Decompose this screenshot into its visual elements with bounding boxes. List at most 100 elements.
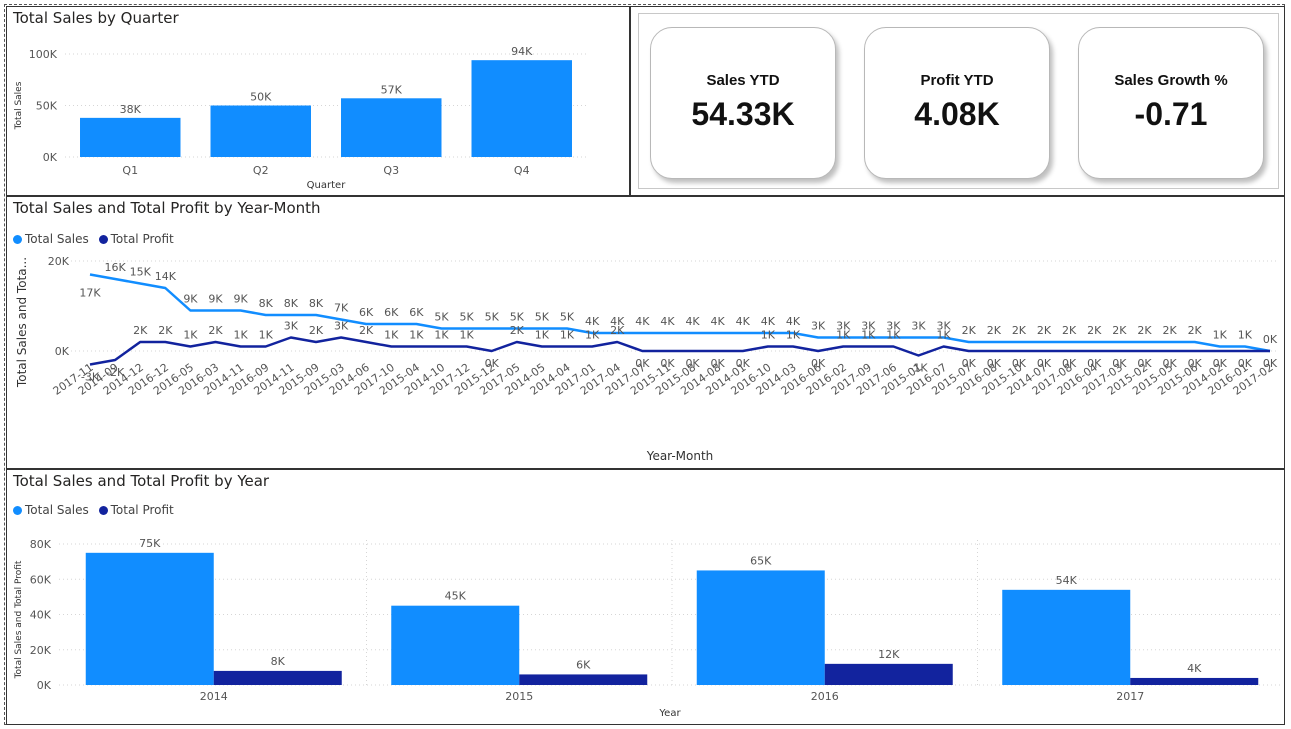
sales-bar (391, 605, 520, 685)
y-tick-label: 40K (30, 609, 52, 622)
bar (210, 105, 311, 157)
sales-data-label: 2K (1112, 324, 1127, 337)
profit-data-label: 2K (133, 324, 148, 337)
profit-data-label: 3K (334, 320, 349, 333)
kpi-card-sales-ytd[interactable]: Sales YTD 54.33K (650, 27, 836, 179)
sales-data-label: 1K (1238, 329, 1253, 342)
data-label: 8K (271, 655, 286, 668)
profit-bar (213, 670, 342, 685)
sales-data-label: 16K (104, 261, 126, 274)
profit-data-label: 1K (560, 329, 575, 342)
profit-data-label: 1K (434, 329, 449, 342)
profit-data-label: 1K (836, 329, 851, 342)
data-label: 4K (1187, 662, 1202, 675)
profit-data-label: 1K (886, 329, 901, 342)
sales-data-label: 8K (284, 297, 299, 310)
sales-data-label: 9K (183, 293, 198, 306)
sales-data-label: 4K (685, 315, 700, 328)
sales-data-label: 2K (1087, 324, 1102, 337)
sales-data-label: 5K (485, 311, 500, 324)
y-tick-label: 0K (37, 679, 52, 692)
y-tick-label: 50K (36, 100, 58, 113)
sales-data-label: 4K (761, 315, 776, 328)
data-label: 65K (750, 554, 772, 567)
sales-data-label: 14K (155, 270, 177, 283)
month-chart-panel[interactable]: Total Sales and Total Profit by Year-Mon… (6, 196, 1285, 469)
profit-data-label: 2K (208, 324, 223, 337)
sales-data-label: 2K (1037, 324, 1052, 337)
sales-data-label: 7K (334, 302, 349, 315)
x-axis-title: Quarter (307, 180, 347, 191)
profit-data-label: 1K (234, 329, 249, 342)
profit-data-label: 2K (309, 324, 324, 337)
sales-data-label: 4K (786, 315, 801, 328)
sales-data-label: 2K (1137, 324, 1152, 337)
kpi-panel: Sales YTD 54.33K Profit YTD 4.08K Sales … (630, 6, 1285, 196)
sales-data-label: 9K (208, 293, 223, 306)
profit-data-label: 1K (459, 329, 474, 342)
sales-data-label: 4K (635, 315, 650, 328)
y-tick-label: 80K (30, 538, 52, 551)
sales-data-label: 6K (409, 306, 424, 319)
sales-data-label: 0K (1263, 333, 1278, 346)
year-chart: 0K 20K 40K 60K 80K Total Sales and Total Prof… (14, 537, 1281, 719)
profit-data-label: 3K (284, 320, 299, 333)
kpi-card-sales-growth[interactable]: Sales Growth % -0.71 (1078, 27, 1264, 179)
data-label: 38K (120, 103, 142, 116)
sales-data-label: 2K (987, 324, 1002, 337)
profit-data-label: 1K (535, 329, 550, 342)
profit-data-label: 1K (761, 329, 776, 342)
y-axis-title: Total Sales and Total Profit (14, 560, 24, 679)
y-tick-label: 20K (48, 255, 70, 268)
sales-data-label: 5K (560, 311, 575, 324)
sales-data-label: 2K (962, 324, 977, 337)
quarter-chart: 0K 50K 100K Total Sales 38K Q1 50K Q2 57K Q3 94K Q4… (14, 45, 587, 191)
sales-bar (85, 552, 214, 685)
x-tick-label: Q1 (122, 164, 138, 177)
profit-bar (519, 674, 648, 685)
sales-data-label: 2K (1062, 324, 1077, 337)
sales-data-label: 4K (711, 315, 726, 328)
profit-data-label: 2K (610, 324, 625, 337)
sales-data-label: 17K (79, 287, 101, 300)
data-label: 6K (576, 658, 591, 671)
year-chart-panel[interactable]: Total Sales and Total Profit by Year Tot… (6, 469, 1285, 725)
sales-data-label: 2K (1162, 324, 1177, 337)
sales-data-label: 5K (510, 311, 525, 324)
sales-bar (1002, 589, 1131, 685)
x-tick-label: 2017 (1116, 690, 1144, 703)
sales-data-label: 5K (434, 311, 449, 324)
x-tick-label: Q2 (253, 164, 269, 177)
data-label: 50K (250, 91, 272, 104)
sales-data-label: 4K (736, 315, 751, 328)
x-tick-label: 2014 (200, 690, 228, 703)
bar (341, 98, 442, 157)
sales-data-label: 5K (459, 311, 474, 324)
profit-data-label: 1K (585, 329, 600, 342)
sales-data-label: 4K (660, 315, 675, 328)
x-axis-title: Year (658, 708, 681, 719)
profit-data-label: 2K (359, 324, 374, 337)
sales-data-label: 4K (585, 315, 600, 328)
profit-data-label: 1K (384, 329, 399, 342)
y-tick-label: 0K (55, 345, 70, 358)
y-tick-label: 20K (30, 644, 52, 657)
x-tick-label: 2016 (811, 690, 839, 703)
kpi-label: Sales YTD (706, 72, 780, 89)
data-label: 12K (878, 648, 900, 661)
sales-data-label: 2K (1012, 324, 1027, 337)
profit-data-label: 2K (510, 324, 525, 337)
data-label: 57K (381, 83, 403, 96)
bar (471, 60, 572, 157)
profit-bar (1130, 677, 1259, 685)
sales-data-label: 3K (811, 320, 826, 333)
y-tick-label: 0K (43, 151, 58, 164)
sales-data-label: 6K (384, 306, 399, 319)
kpi-card-profit-ytd[interactable]: Profit YTD 4.08K (864, 27, 1050, 179)
sales-data-label: 1K (1213, 329, 1228, 342)
profit-data-label: 1K (409, 329, 424, 342)
data-label: 54K (1056, 574, 1078, 587)
sales-bar (696, 570, 825, 685)
quarter-chart-panel[interactable]: Total Sales by Quarter 0K 50K 100K Total Sa… (6, 6, 630, 196)
y-axis-title: Total Sales (14, 81, 24, 130)
